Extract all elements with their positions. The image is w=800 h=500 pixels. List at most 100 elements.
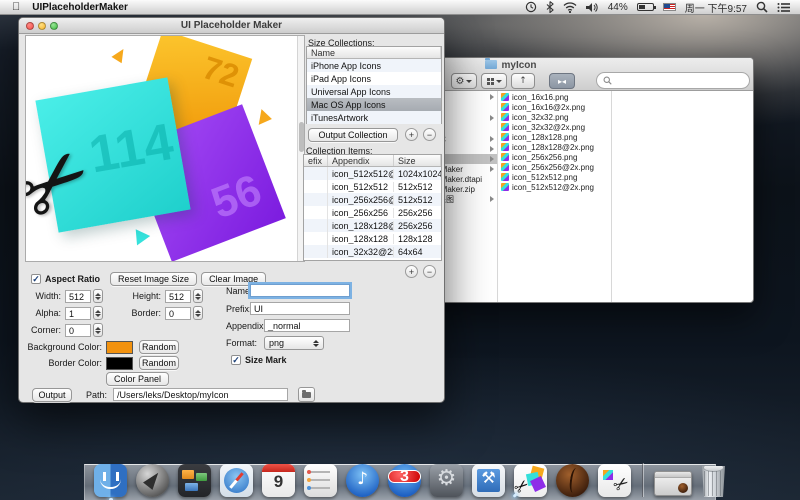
- dock-scissors-app-icon[interactable]: ✂: [598, 464, 631, 497]
- reset-image-size-button[interactable]: Reset Image Size: [110, 272, 197, 286]
- file-row[interactable]: icon_512x512.png: [501, 172, 609, 182]
- dock-calendar-icon[interactable]: 9: [262, 464, 295, 497]
- file-row[interactable]: icon_16x16@2x.png: [501, 102, 609, 112]
- file-row[interactable]: icon_32x32@2x.png: [501, 122, 609, 132]
- app-titlebar[interactable]: UI Placeholder Maker: [19, 18, 444, 34]
- collection-row[interactable]: Universal App Icons: [307, 85, 441, 98]
- minimize-button[interactable]: [38, 22, 46, 30]
- add-item-button[interactable]: +: [405, 265, 418, 278]
- column-divider[interactable]: [497, 91, 498, 302]
- choose-folder-button[interactable]: [298, 387, 315, 402]
- alpha-field[interactable]: 1: [65, 307, 91, 320]
- collection-row-selected[interactable]: Mac OS App Icons: [307, 98, 441, 111]
- file-row[interactable]: icon_32x32.png: [501, 112, 609, 122]
- width-stepper[interactable]: [93, 289, 103, 303]
- zoom-button[interactable]: [50, 22, 58, 30]
- path-field[interactable]: /Users/leks/Desktop/myIcon: [113, 388, 288, 401]
- border-random-button[interactable]: Random: [139, 356, 179, 370]
- finder-share-button[interactable]: ↑: [511, 73, 535, 89]
- file-row[interactable]: icon_256x256.png: [501, 152, 609, 162]
- finder-folder-row[interactable]: [438, 92, 497, 102]
- dock-launchpad-icon[interactable]: [136, 464, 169, 497]
- battery-percent[interactable]: 44%: [608, 2, 628, 13]
- item-row[interactable]: icon_256x256@2x512x512: [304, 193, 441, 206]
- notification-center-icon[interactable]: [777, 2, 790, 13]
- file-row[interactable]: icon_128x128.png: [501, 132, 609, 142]
- table-header[interactable]: efix Appendix Size: [304, 155, 441, 167]
- item-row[interactable]: icon_32x32@2x64x64: [304, 245, 441, 258]
- remove-item-button[interactable]: −: [423, 265, 436, 278]
- finder-folder-row[interactable]: 果图: [438, 194, 497, 204]
- finder-item-row[interactable]: rMaker: [438, 164, 497, 174]
- border-stepper[interactable]: [193, 306, 203, 320]
- border-field[interactable]: 0: [165, 307, 191, 320]
- finder-folder-row[interactable]: [438, 113, 497, 123]
- border-color-swatch[interactable]: [106, 357, 133, 370]
- column-divider[interactable]: [611, 91, 612, 302]
- corner-stepper[interactable]: [93, 323, 103, 337]
- collection-row[interactable]: iTunesArtwork: [307, 111, 441, 124]
- volume-icon[interactable]: [586, 2, 599, 13]
- background-color-swatch[interactable]: [106, 341, 133, 354]
- color-panel-button[interactable]: Color Panel: [106, 372, 169, 386]
- dock-minimized-window-icon[interactable]: [654, 471, 692, 496]
- height-field[interactable]: 512: [165, 290, 191, 303]
- input-language-flag-icon[interactable]: [663, 3, 676, 11]
- finder-selected-folder-row[interactable]: [438, 154, 497, 164]
- bluetooth-icon[interactable]: [546, 1, 554, 13]
- dock-app-store-icon[interactable]: A3: [388, 464, 421, 497]
- finder-item-row[interactable]: rMaker.zip: [438, 184, 497, 194]
- apple-menu-icon[interactable]: : [12, 1, 20, 13]
- prefix-field[interactable]: UI: [250, 302, 350, 315]
- corner-field[interactable]: 0: [65, 324, 91, 337]
- table-header[interactable]: Name: [307, 47, 441, 59]
- menu-app-name[interactable]: UIPlaceholderMaker: [32, 2, 128, 13]
- alpha-stepper[interactable]: [93, 306, 103, 320]
- width-field[interactable]: 512: [65, 290, 91, 303]
- finder-folder-row[interactable]: [438, 144, 497, 154]
- wifi-icon[interactable]: [563, 2, 577, 13]
- dock-bean-icon[interactable]: [556, 464, 589, 497]
- item-row[interactable]: icon_128x128128x128: [304, 232, 441, 245]
- spotlight-icon[interactable]: [756, 1, 768, 13]
- collection-row[interactable]: iPad App Icons: [307, 72, 441, 85]
- file-row[interactable]: icon_16x16.png: [501, 92, 609, 102]
- finder-arrange-button[interactable]: [481, 73, 507, 89]
- dock-ui-placeholder-maker-icon[interactable]: ✂: [514, 464, 547, 497]
- scrollbar-thumb[interactable]: [299, 122, 304, 152]
- file-row[interactable]: icon_256x256@2x.png: [501, 162, 609, 172]
- dock-trash-icon[interactable]: [701, 466, 726, 497]
- name-field[interactable]: [250, 284, 350, 297]
- dock-finder-icon[interactable]: [94, 464, 127, 497]
- item-row[interactable]: icon_128x128@2x256x256: [304, 219, 441, 232]
- height-stepper[interactable]: [193, 289, 203, 303]
- dock-reminders-icon[interactable]: [304, 464, 337, 497]
- battery-icon[interactable]: [637, 3, 654, 11]
- output-collection-button[interactable]: Output Collection: [308, 128, 398, 142]
- item-row[interactable]: icon_256x256256x256: [304, 206, 441, 219]
- time-machine-icon[interactable]: [525, 1, 537, 13]
- finder-action-menu-button[interactable]: ⚙: [451, 73, 477, 89]
- file-row[interactable]: icon_128x128@2x.png: [501, 142, 609, 152]
- file-row[interactable]: icon_512x512@2x.png: [501, 182, 609, 192]
- finder-search-field[interactable]: [596, 72, 750, 89]
- remove-collection-button[interactable]: −: [423, 128, 436, 141]
- finder-collapse-button[interactable]: ▸◂: [549, 73, 575, 89]
- dock-mission-control-icon[interactable]: [178, 464, 211, 497]
- background-random-button[interactable]: Random: [139, 340, 179, 354]
- size-mark-checkbox[interactable]: ✓: [231, 355, 241, 365]
- dock-safari-icon[interactable]: [220, 464, 253, 497]
- dock-xcode-icon[interactable]: ⚒: [472, 464, 505, 497]
- close-button[interactable]: [26, 22, 34, 30]
- item-row[interactable]: icon_512x512@2x1024x1024: [304, 167, 441, 180]
- aspect-ratio-checkbox[interactable]: ✓: [31, 274, 41, 284]
- dock-system-preferences-icon[interactable]: ⚙: [430, 464, 463, 497]
- finder-folder-row[interactable]: 本: [438, 134, 497, 144]
- item-row[interactable]: icon_512x512512x512: [304, 180, 441, 193]
- output-button[interactable]: Output: [32, 388, 72, 402]
- collection-row[interactable]: iPhone App Icons: [307, 59, 441, 72]
- menu-clock[interactable]: 周一 下午9:57: [685, 0, 747, 15]
- appendix-field[interactable]: _normal: [264, 319, 350, 332]
- dock-itunes-icon[interactable]: ♪: [346, 464, 379, 497]
- add-collection-button[interactable]: +: [405, 128, 418, 141]
